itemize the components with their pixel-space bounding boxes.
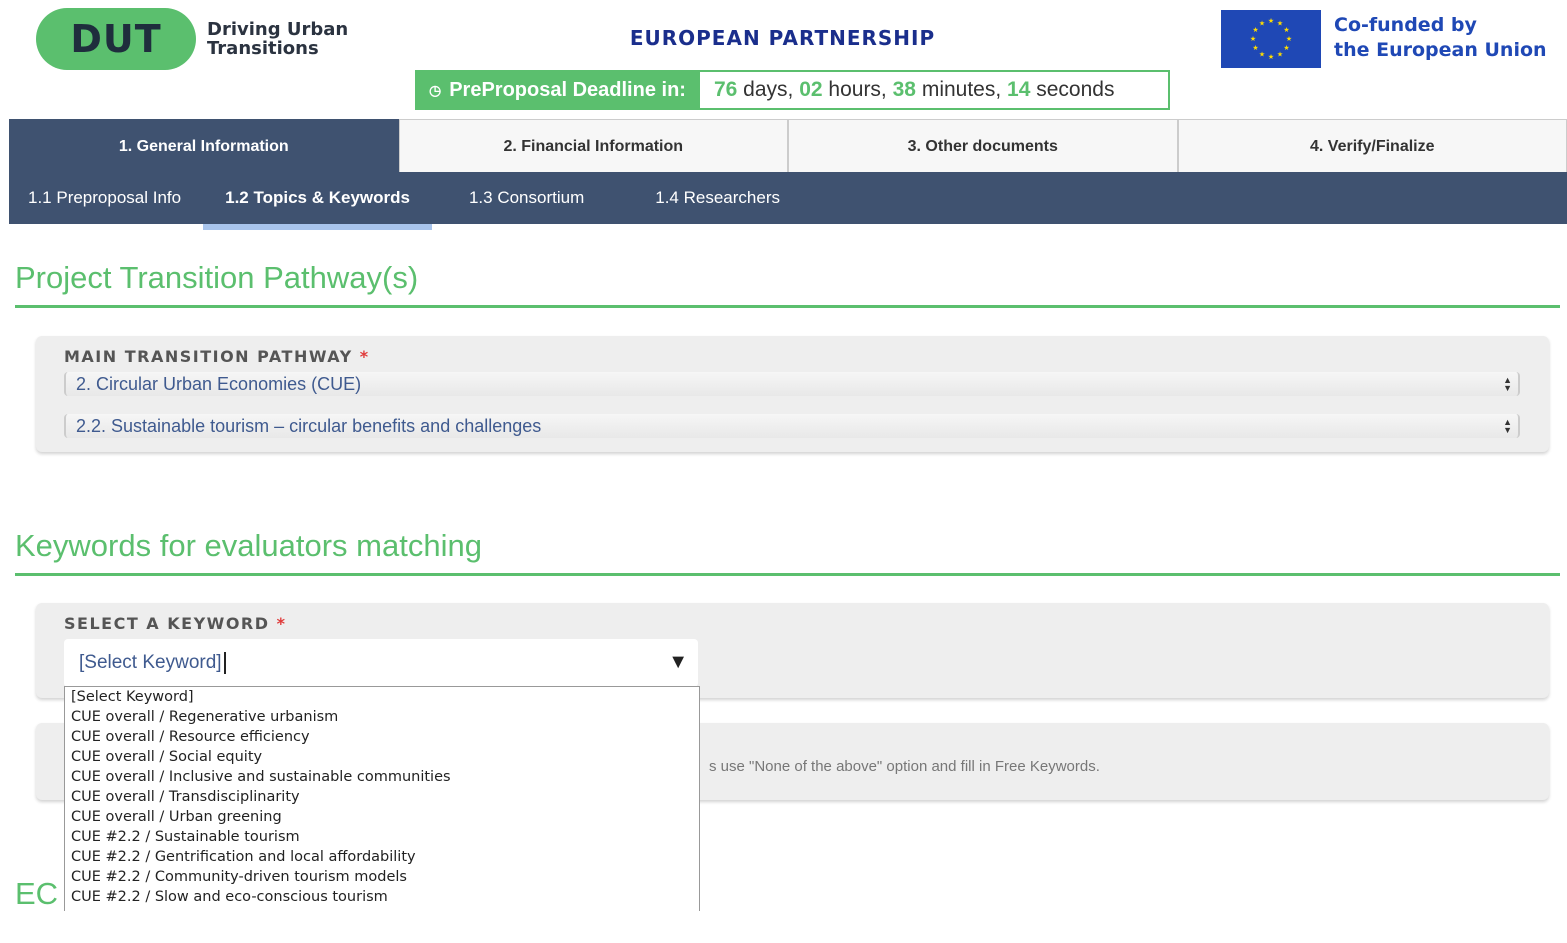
section-title-keywords: Keywords for evaluators matching: [15, 528, 482, 563]
triangle-down-icon[interactable]: ▼: [668, 651, 688, 674]
deadline-days: 76: [713, 78, 738, 101]
required-marker: *: [276, 614, 287, 633]
pathway-panel: MAIN TRANSITION PATHWAY * 2. Circular Ur…: [36, 336, 1549, 452]
deadline-value: 76 days, 02 hours, 38 minutes, 14 second…: [700, 72, 1168, 108]
logo-text-line2: Transitions: [207, 38, 319, 59]
svg-text:★: ★: [1252, 26, 1258, 34]
svg-text:★: ★: [1268, 17, 1274, 25]
keyword-panel: SELECT A KEYWORD * [Select Keyword] ▼: [36, 603, 1549, 698]
subtab-researchers[interactable]: 1.4 Researchers: [620, 172, 800, 224]
deadline-seconds-unit: seconds: [1036, 78, 1115, 101]
keyword-option[interactable]: CUE overall / Social equity: [65, 747, 699, 767]
svg-text:★: ★: [1252, 44, 1258, 52]
keyword-select-value: [Select Keyword]: [79, 652, 222, 673]
svg-text:★: ★: [1277, 51, 1283, 59]
sub-pathway-select[interactable]: 2.2. Sustainable tourism – circular bene…: [64, 414, 1520, 438]
keyword-options-list[interactable]: [Select Keyword] CUE overall / Regenerat…: [64, 686, 700, 912]
keyword-option[interactable]: CUE overall / Resource efficiency: [65, 727, 699, 747]
eu-flag-icon: ★ ★ ★ ★ ★ ★ ★ ★ ★ ★ ★ ★: [1221, 10, 1321, 68]
keyword-hint-text: s use "None of the above" option and fil…: [709, 758, 1100, 775]
svg-text:★: ★: [1286, 35, 1292, 43]
tab-financial-information[interactable]: 2. Financial Information: [398, 119, 788, 173]
svg-text:★: ★: [1283, 26, 1289, 34]
dut-logo[interactable]: DUT: [36, 8, 196, 70]
next-section-title-partial: EC: [15, 876, 59, 911]
select-keyword-label: SELECT A KEYWORD *: [64, 614, 286, 633]
clock-icon: ◷: [429, 81, 442, 98]
keyword-option[interactable]: CUE overall / Regenerative urbanism: [65, 707, 699, 727]
keyword-option[interactable]: CUE #2.2 / Gentrification and local affo…: [65, 847, 699, 867]
deadline-days-unit: days,: [743, 78, 794, 101]
select-keyword-label-text: SELECT A KEYWORD: [64, 614, 270, 633]
page-bottom-edge: [0, 911, 1567, 943]
logo-text-line1: Driving Urban: [207, 19, 349, 40]
deadline-hours-unit: hours,: [828, 78, 887, 101]
deadline-label-text: PreProposal Deadline in:: [449, 78, 686, 101]
cofunded-text: Co-funded by the European Union: [1334, 13, 1547, 63]
svg-text:★: ★: [1268, 53, 1274, 61]
section-title-pathway: Project Transition Pathway(s): [15, 260, 419, 295]
deadline-seconds: 14: [1007, 78, 1031, 101]
tab-verify-finalize[interactable]: 4. Verify/Finalize: [1177, 119, 1567, 173]
svg-text:★: ★: [1277, 20, 1283, 28]
sub-pathway-value: 2.2. Sustainable tourism – circular bene…: [76, 415, 542, 436]
cofunded-line1: Co-funded by: [1334, 14, 1477, 36]
svg-text:★: ★: [1259, 51, 1265, 59]
main-tabs: 1. General Information 2. Financial Info…: [9, 119, 1567, 173]
text-cursor: [223, 652, 226, 674]
keyword-option[interactable]: CUE #2.2 / Slow and eco-conscious touris…: [65, 887, 699, 907]
cofunded-line2: the European Union: [1334, 39, 1547, 61]
deadline-minutes: 38: [892, 78, 916, 101]
logo-text: Driving Urban Transitions: [207, 20, 348, 58]
updown-arrows-icon: ▲ ▼: [1503, 417, 1512, 435]
required-marker: *: [359, 347, 370, 366]
main-pathway-label-text: MAIN TRANSITION PATHWAY: [64, 347, 353, 366]
svg-text:★: ★: [1283, 44, 1289, 52]
updown-arrows-icon: ▲ ▼: [1503, 375, 1512, 393]
main-pathway-label: MAIN TRANSITION PATHWAY *: [64, 347, 370, 366]
european-partnership-title: EUROPEAN PARTNERSHIP: [629, 26, 936, 50]
main-pathway-value: 2. Circular Urban Economies (CUE): [76, 373, 362, 394]
sub-tabs: 1.1 Preproposal Info 1.2 Topics & Keywor…: [9, 172, 1567, 230]
subtab-topics-keywords[interactable]: 1.2 Topics & Keywords: [203, 172, 432, 230]
keyword-option[interactable]: CUE overall / Inclusive and sustainable …: [65, 767, 699, 787]
keyword-select[interactable]: [Select Keyword] ▼: [64, 639, 698, 687]
keyword-option[interactable]: CUE #2.2 / Community-driven tourism mode…: [65, 867, 699, 887]
keyword-option[interactable]: [Select Keyword]: [65, 687, 699, 707]
deadline-countdown: ◷ PreProposal Deadline in: 76 days, 02 h…: [415, 70, 1170, 110]
deadline-hours: 02: [799, 78, 823, 101]
keyword-option[interactable]: CUE overall / Transdisciplinarity: [65, 787, 699, 807]
keyword-option[interactable]: CUE #2.2 / Sustainable tourism: [65, 827, 699, 847]
svg-text:★: ★: [1250, 35, 1256, 43]
tab-general-information[interactable]: 1. General Information: [9, 119, 399, 173]
section-divider: [15, 305, 1560, 308]
svg-text:★: ★: [1259, 20, 1265, 28]
tab-other-documents[interactable]: 3. Other documents: [788, 119, 1178, 173]
deadline-minutes-unit: minutes,: [921, 78, 1002, 101]
subtab-consortium[interactable]: 1.3 Consortium: [432, 172, 620, 224]
main-pathway-select[interactable]: 2. Circular Urban Economies (CUE) ▲ ▼: [64, 372, 1520, 396]
section-divider: [15, 573, 1560, 576]
subtab-preproposal-info[interactable]: 1.1 Preproposal Info: [9, 172, 203, 224]
dut-logo-mark: DUT: [70, 17, 162, 61]
keyword-option[interactable]: CUE overall / Urban greening: [65, 807, 699, 827]
deadline-label: ◷ PreProposal Deadline in:: [417, 72, 700, 108]
